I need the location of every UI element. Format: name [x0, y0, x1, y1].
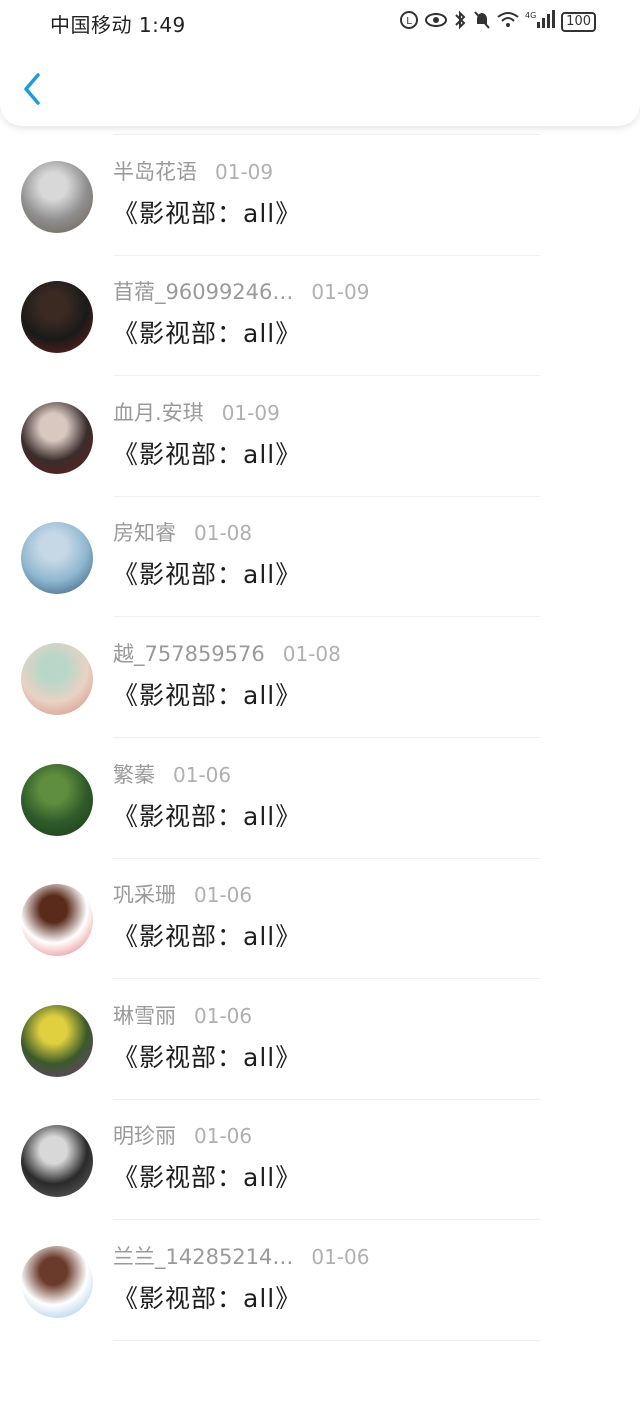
avatar[interactable] [21, 763, 93, 836]
list-item[interactable]: 巩采珊 01-06 《影视部：all》 [0, 859, 640, 980]
message-date: 01-08 [194, 521, 253, 546]
svg-text:4G: 4G [525, 11, 536, 20]
back-button[interactable] [20, 72, 46, 106]
sender-name[interactable]: 半岛花语 [113, 160, 197, 184]
sender-name[interactable]: 苜蓿_96099246… [113, 280, 293, 304]
sender-line: 血月.安琪 01-09 [113, 397, 280, 427]
message-date: 01-08 [282, 642, 341, 666]
list-item[interactable]: 苜蓿_96099246… 01-09 《影视部：all》 [0, 256, 640, 377]
avatar[interactable] [21, 522, 93, 595]
sender-name[interactable]: 繁蓁 [113, 763, 155, 787]
message-text: 《影视部：all》 [113, 801, 302, 831]
avatar[interactable] [21, 1246, 93, 1318]
sender-line: 房知睿 01-08 [113, 517, 252, 547]
status-bar: 中国移动 1:49 L 4G 100 [0, 0, 640, 44]
message-text: 《影视部：all》 [113, 1163, 302, 1193]
avatar[interactable] [21, 884, 93, 957]
sender-name[interactable]: 房知睿 [113, 521, 176, 545]
svg-text:L: L [406, 16, 412, 27]
message-text: 《影视部：all》 [113, 922, 302, 952]
message-text: 《影视部：all》 [113, 319, 302, 349]
message-date: 01-09 [311, 280, 370, 305]
avatar[interactable] [21, 1125, 93, 1198]
sender-line: 明珍丽 01-06 [113, 1120, 252, 1150]
list-item[interactable]: 繁蓁 01-06 《影视部：all》 [0, 739, 640, 859]
sender-name[interactable]: 越_757859576 [113, 642, 265, 666]
sender-name[interactable]: 琳雪丽 [113, 1004, 176, 1028]
message-date: 01-09 [221, 400, 280, 425]
mute-bell-icon [473, 10, 491, 34]
chevron-left-icon [24, 73, 40, 105]
message-text: 《影视部：all》 [113, 439, 302, 469]
avatar[interactable] [21, 160, 93, 233]
divider [113, 1340, 540, 1341]
list-item[interactable]: 半岛花语 01-09 《影视部：all》 [0, 136, 640, 256]
list-item[interactable]: 琳雪丽 01-06 《影视部：all》 [0, 980, 640, 1100]
list-item[interactable]: 明珍丽 01-06 《影视部：all》 [0, 1100, 640, 1221]
hd-icon: L [399, 10, 419, 34]
message-date: 01-06 [311, 1245, 370, 1269]
message-text: 《影视部：all》 [113, 198, 302, 228]
sender-line: 越_757859576 01-08 [113, 638, 341, 668]
sender-line: 半岛花语 01-09 [113, 156, 273, 186]
message-date: 01-06 [173, 762, 232, 787]
list-item[interactable]: 兰兰_14285214… 01-06 《影视部：all》 [0, 1221, 640, 1341]
avatar[interactable] [21, 643, 93, 715]
list-item[interactable]: 房知睿 01-08 《影视部：all》 [0, 497, 640, 618]
list-item[interactable]: 越_757859576 01-08 《影视部：all》 [0, 618, 640, 738]
sender-line: 苜蓿_96099246… 01-09 [113, 276, 370, 306]
message-text: 《影视部：all》 [113, 1284, 302, 1313]
message-text: 《影视部：all》 [113, 560, 302, 590]
sender-line: 琳雪丽 01-06 [113, 1000, 252, 1030]
list-item[interactable]: 血月.安琪 01-09 《影视部：all》 [0, 377, 640, 497]
bluetooth-icon [453, 10, 467, 34]
avatar[interactable] [21, 281, 93, 354]
avatar[interactable] [21, 1004, 93, 1077]
message-date: 01-09 [215, 159, 274, 184]
carrier-time: 中国移动 1:49 [50, 13, 186, 37]
sender-name[interactable]: 明珍丽 [113, 1124, 176, 1148]
message-date: 01-06 [194, 883, 253, 908]
eye-icon [425, 12, 448, 32]
sender-line: 繁蓁 01-06 [113, 759, 231, 789]
message-text: 《影视部：all》 [113, 1042, 302, 1072]
sender-name[interactable]: 巩采珊 [113, 883, 176, 907]
avatar[interactable] [21, 401, 93, 474]
top-navigation-bar [0, 44, 640, 126]
battery-indicator: 100 [561, 12, 596, 32]
message-date: 01-06 [194, 1003, 253, 1028]
message-text: 《影视部：all》 [113, 681, 302, 710]
status-icons: L 4G 100 [399, 10, 596, 34]
message-date: 01-06 [194, 1124, 253, 1149]
wifi-icon [497, 11, 519, 33]
sender-line: 兰兰_14285214… 01-06 [113, 1241, 370, 1271]
sender-name[interactable]: 兰兰_14285214… [113, 1245, 293, 1269]
sender-line: 巩采珊 01-06 [113, 879, 252, 909]
signal-icon: 4G [525, 10, 556, 34]
sender-name[interactable]: 血月.安琪 [113, 401, 204, 425]
